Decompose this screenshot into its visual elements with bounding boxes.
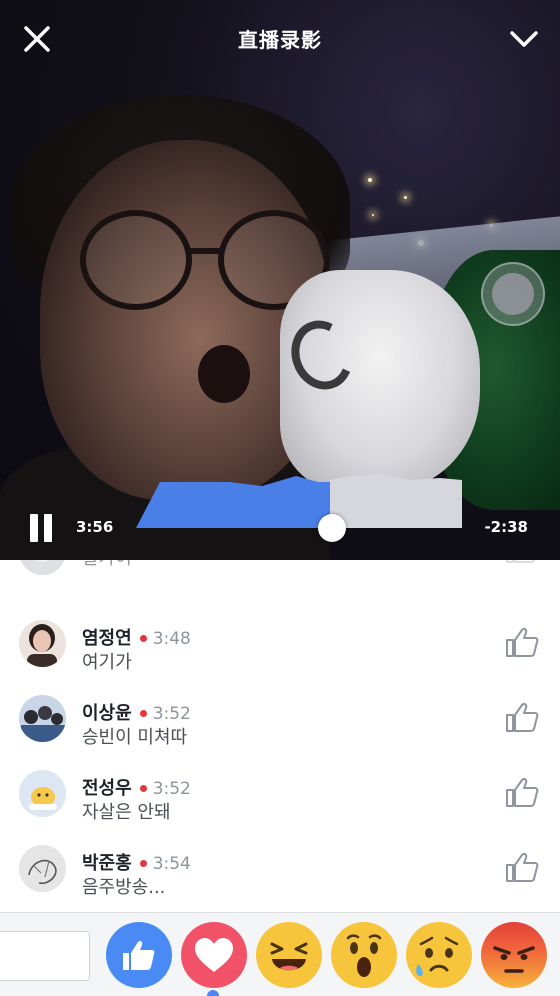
comment-text: 음주방송... — [82, 877, 166, 898]
thumbs-up-icon — [506, 778, 539, 807]
minimize-button[interactable] — [508, 24, 540, 54]
pause-icon — [30, 514, 38, 542]
live-indicator-dot — [139, 859, 147, 867]
avatar — [19, 620, 66, 667]
comment-item: 염정연 3:48 여기가 — [0, 610, 560, 685]
like-comment-button[interactable] — [505, 626, 539, 658]
live-indicator-dot — [139, 784, 147, 792]
like-comment-button[interactable] — [505, 560, 539, 564]
comment-author: 이상윤 3:52 — [82, 703, 191, 724]
comment-list[interactable]: 갈가여 염정연3:48 여기가 — [0, 560, 560, 912]
angry-reaction-button[interactable] — [481, 922, 547, 988]
wow-reaction-button[interactable] — [331, 922, 397, 988]
comment-item: 박준홍 3:54 음주방송... — [0, 835, 560, 910]
like-reaction-button[interactable] — [106, 922, 172, 988]
angry-icon — [493, 946, 535, 973]
like-comment-button[interactable] — [505, 851, 539, 883]
comment-item: 갈가여 — [0, 560, 560, 607]
haha-icon — [270, 942, 308, 971]
comment-item: 전성우 3:52 자살은 안돼 — [0, 760, 560, 835]
pause-button[interactable] — [28, 514, 54, 542]
live-indicator-dot — [139, 634, 147, 642]
sad-icon — [416, 936, 459, 976]
header-bar: 直播录影 — [0, 0, 560, 76]
bottle-label — [280, 270, 480, 490]
thumbs-up-icon — [506, 853, 539, 882]
thumbs-up-icon — [506, 703, 539, 732]
haha-reaction-button[interactable] — [256, 922, 322, 988]
thumbs-up-icon — [506, 628, 539, 657]
avatar — [19, 560, 66, 575]
sad-reaction-button[interactable] — [406, 922, 472, 988]
chevron-down-icon — [510, 31, 538, 47]
time-elapsed: 3:56 — [76, 518, 114, 536]
avatar — [19, 770, 66, 817]
time-remaining: -2:38 — [484, 518, 528, 536]
comment-text: 갈가여 — [82, 560, 132, 570]
selected-reaction-indicator — [207, 990, 219, 996]
avatar — [19, 845, 66, 892]
page-title: 直播录影 — [238, 27, 322, 52]
live-indicator-dot — [139, 709, 147, 717]
close-icon — [24, 26, 50, 52]
love-icon — [195, 938, 233, 972]
comment-text: 자살은 안돼 — [82, 802, 171, 823]
like-comment-button[interactable] — [505, 776, 539, 808]
thumbs-up-icon — [506, 560, 536, 563]
scrubber-thumb[interactable] — [317, 514, 346, 542]
wow-icon — [346, 934, 382, 977]
like-icon — [123, 941, 155, 970]
comment-author: 전성우 3:52 — [82, 778, 191, 799]
mouth — [198, 345, 250, 403]
floating-assistive-button[interactable] — [481, 262, 545, 326]
comment-author: 염정연 3:48 — [82, 628, 191, 649]
video-player[interactable]: 直播录影 3:56 -2:38 — [0, 0, 560, 560]
comment-text: 승빈이 미쳐따 — [82, 727, 188, 748]
close-button[interactable] — [22, 24, 52, 54]
comment-author: 박준홍 3:54 — [82, 853, 191, 874]
reaction-bar — [0, 912, 560, 996]
like-comment-button[interactable] — [505, 701, 539, 733]
comment-text: 여기가 — [82, 652, 132, 673]
avatar — [19, 695, 66, 742]
comment-input[interactable] — [0, 931, 90, 981]
love-reaction-button[interactable] — [181, 922, 247, 988]
comment-item: 이상윤 3:52 승빈이 미쳐따 — [0, 685, 560, 760]
